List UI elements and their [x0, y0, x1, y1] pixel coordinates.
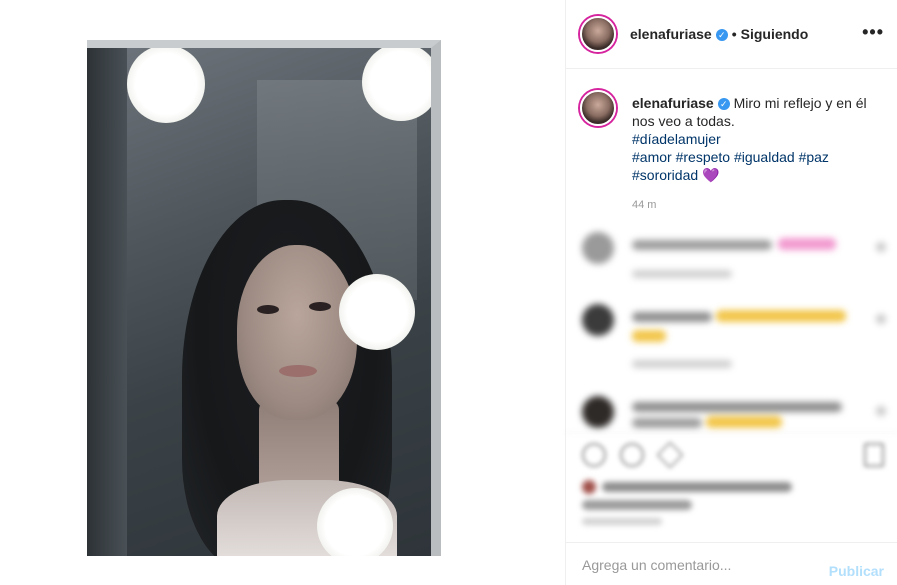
comment-text-blurred [632, 240, 772, 250]
likes-summary-blurred [566, 474, 897, 525]
save-bookmark-icon[interactable] [864, 443, 884, 467]
caption-username[interactable]: elenafuriase [632, 95, 714, 111]
verified-badge-icon: ✓ [717, 98, 730, 111]
comment-meta-blurred [632, 270, 732, 278]
separator-dot: • [731, 26, 737, 42]
share-paper-plane-icon[interactable] [656, 441, 684, 469]
hashtag-link[interactable]: #sororidad [632, 167, 698, 183]
hashtag-row: #sororidad 💜 [632, 167, 719, 183]
more-options-icon[interactable]: ••• [862, 22, 884, 43]
comment-bubble-icon[interactable] [620, 443, 644, 467]
post-photo[interactable] [87, 40, 441, 556]
comment-text-blurred [632, 402, 842, 412]
comment-like-icon[interactable] [876, 314, 886, 324]
author-username[interactable]: elenafuriase [630, 26, 712, 42]
author-line: elenafuriase ✓ • Siguiendo [630, 26, 808, 42]
post-actions-bar [566, 432, 897, 472]
hashtag-link[interactable]: #amor [632, 149, 672, 165]
hashtag-link[interactable]: #paz [799, 149, 829, 165]
hashtag-link[interactable]: #díadelamujer [632, 130, 882, 148]
comment-text-blurred [632, 418, 702, 428]
comment-like-icon[interactable] [876, 242, 886, 252]
verified-badge-icon: ✓ [715, 29, 728, 42]
like-heart-icon[interactable] [582, 443, 606, 467]
add-comment-input[interactable] [582, 557, 812, 573]
comment-emoji-blurred [706, 416, 782, 428]
mirror-frame [87, 40, 441, 556]
post-side-panel: elenafuriase ✓ • Siguiendo ••• elenafuriase… [565, 0, 897, 585]
comment-text-blurred [632, 312, 712, 322]
hashtag-row: #amor #respeto #igualdad #paz [632, 149, 829, 165]
hashtag-link[interactable]: #igualdad [734, 149, 795, 165]
comment-emoji-blurred [632, 330, 666, 342]
author-avatar[interactable] [580, 16, 616, 52]
post-header: elenafuriase ✓ • Siguiendo ••• [566, 0, 897, 69]
comment-emoji-blurred [778, 238, 836, 250]
comment-emoji-blurred [716, 310, 846, 322]
caption-author-avatar[interactable] [580, 90, 616, 126]
post-media-pane [0, 0, 565, 585]
post-timestamp[interactable]: 44 m [632, 199, 656, 211]
purple-heart-emoji: 💜 [702, 167, 720, 183]
comment-meta-blurred [632, 360, 732, 368]
comment-avatar [582, 304, 614, 336]
hashtag-link[interactable]: #respeto [676, 149, 730, 165]
comment-avatar [582, 232, 614, 264]
following-button[interactable]: Siguiendo [741, 26, 809, 42]
comment-like-icon[interactable] [876, 406, 886, 416]
comment-avatar [582, 396, 614, 428]
publish-button[interactable]: Publicar [829, 563, 884, 579]
caption-text: elenafuriase ✓ Miro mi reflejo y en él no… [632, 94, 882, 184]
comment-composer: Publicar [566, 542, 897, 585]
